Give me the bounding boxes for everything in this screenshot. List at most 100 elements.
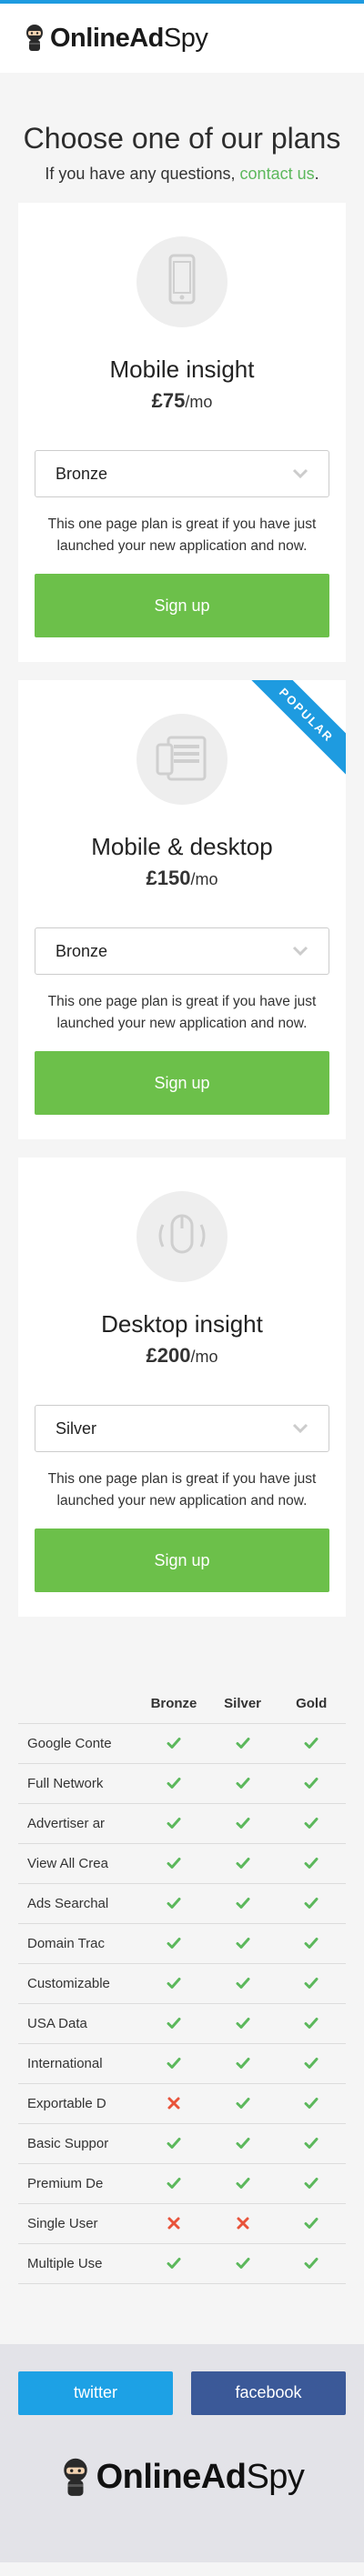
- check-icon: [236, 1897, 250, 1909]
- feature-name: Exportable D: [18, 2082, 140, 2123]
- ninja-logo-icon: [26, 25, 43, 51]
- check-icon: [304, 2137, 318, 2149]
- header-logo[interactable]: OnlineAd Spy: [24, 24, 208, 54]
- feature-name: View All Crea: [18, 1842, 140, 1883]
- comparison-table: Bronze Silver Gold Google Conte Full Netw…: [18, 1685, 346, 2284]
- gold-availability: [277, 1922, 346, 1963]
- silver-availability: [207, 1802, 278, 1843]
- price-period: /mo: [185, 393, 213, 411]
- plan-price: £200/mo: [18, 1344, 346, 1368]
- feature-name: Advertiser ar: [18, 1802, 140, 1843]
- plan-price: £150/mo: [18, 867, 346, 890]
- tier-select[interactable]: Bronze: [35, 450, 329, 497]
- mobile-desktop-icon: [136, 714, 228, 805]
- sign-up-button[interactable]: Sign up: [35, 1529, 329, 1592]
- sign-up-button[interactable]: Sign up: [35, 574, 329, 637]
- feature-name: Google Conte: [18, 1722, 140, 1763]
- check-icon: [304, 2217, 318, 2229]
- check-icon: [167, 2257, 181, 2269]
- check-icon: [167, 2137, 181, 2149]
- cross-icon: [237, 2217, 249, 2230]
- gold-availability: [277, 2082, 346, 2123]
- bronze-availability: [139, 1962, 208, 2003]
- plan-card-desktop-insight: Desktop insight £200/mo Silver This one …: [18, 1158, 346, 1617]
- bronze-availability: [139, 1802, 208, 1843]
- comparison-header-row: Bronze Silver Gold: [18, 1685, 346, 1723]
- mobile-desktop-glyph: [156, 736, 207, 781]
- site-footer: twitter facebook OnlineAd Spy: [0, 2343, 364, 2562]
- check-icon: [304, 1977, 318, 1989]
- gold-availability: [277, 2242, 346, 2284]
- check-icon: [304, 2017, 318, 2029]
- chevron-down-icon: [292, 1423, 308, 1434]
- feature-name: Customizable: [18, 1962, 140, 2003]
- bronze-availability: [139, 1722, 208, 1763]
- feature-name: Ads Searchal: [18, 1882, 140, 1923]
- feature-name: USA Data: [18, 2002, 140, 2043]
- gold-availability: [277, 1962, 346, 2003]
- sign-up-button[interactable]: Sign up: [35, 1051, 329, 1115]
- gold-availability: [277, 1802, 346, 1843]
- mouse-glyph: [158, 1214, 206, 1254]
- table-row: Google Conte: [18, 1722, 346, 1763]
- tier-select-value: Bronze: [56, 941, 108, 960]
- plan-card-mobile-insight: Mobile insight £75/mo Bronze This one pa…: [18, 203, 346, 662]
- price-amount: £200: [146, 1344, 191, 1367]
- feature-name: Single User: [18, 2202, 140, 2243]
- bronze-availability: [139, 1762, 208, 1803]
- plan-name: Mobile insight: [109, 356, 255, 383]
- check-icon: [236, 1777, 250, 1789]
- check-icon: [236, 2177, 250, 2189]
- check-icon: [167, 1777, 181, 1789]
- check-icon: [236, 1977, 250, 1989]
- check-icon: [167, 2057, 181, 2069]
- check-icon: [236, 2257, 250, 2269]
- bronze-availability: [139, 1922, 208, 1963]
- check-icon: [304, 1737, 318, 1749]
- silver-availability: [207, 1722, 278, 1763]
- plan-cards: Mobile insight £75/mo Bronze This one pa…: [0, 203, 364, 1617]
- tier-select[interactable]: Bronze: [35, 927, 329, 975]
- table-row: Exportable D: [18, 2082, 346, 2123]
- contact-us-link[interactable]: contact us: [240, 165, 315, 183]
- feature-name: Basic Suppor: [18, 2122, 140, 2163]
- gold-availability: [277, 2162, 346, 2203]
- mobile-phone-glyph: [168, 254, 196, 305]
- feature-name: Domain Trac: [18, 1922, 140, 1963]
- gold-availability: [277, 1722, 346, 1763]
- logo-text-bold: OnlineAd: [96, 2458, 247, 2496]
- table-row: View All Crea: [18, 1842, 346, 1883]
- gold-availability: [277, 2002, 346, 2043]
- check-icon: [304, 1857, 318, 1869]
- bronze-availability: [139, 2082, 208, 2123]
- logo-text-light: Spy: [246, 2458, 305, 2496]
- silver-column-header: Silver: [224, 1696, 262, 1712]
- mobile-phone-icon: [136, 236, 228, 327]
- check-icon: [304, 2097, 318, 2109]
- facebook-button[interactable]: facebook: [191, 2371, 346, 2415]
- silver-availability: [207, 2162, 278, 2203]
- bronze-column-header: Bronze: [150, 1696, 197, 1712]
- plan-price: £75/mo: [18, 389, 346, 413]
- feature-name: Multiple Use: [18, 2242, 140, 2284]
- check-icon: [236, 2017, 250, 2029]
- check-icon: [236, 2137, 250, 2149]
- table-row: Single User: [18, 2202, 346, 2243]
- check-icon: [304, 2257, 318, 2269]
- feature-comparison: Bronze Silver Gold Google Conte Full Netw…: [0, 1685, 364, 2284]
- twitter-button[interactable]: twitter: [18, 2371, 173, 2415]
- silver-availability: [207, 2002, 278, 2043]
- check-icon: [236, 2057, 250, 2069]
- gold-availability: [277, 2122, 346, 2163]
- page-subtitle: If you have any questions, contact us.: [0, 165, 364, 184]
- table-row: Basic Suppor: [18, 2122, 346, 2163]
- feature-name: International: [18, 2042, 140, 2083]
- price-amount: £150: [146, 867, 191, 889]
- footer-logo[interactable]: OnlineAd Spy: [18, 2457, 346, 2499]
- price-period: /mo: [190, 1348, 218, 1366]
- check-icon: [304, 1897, 318, 1909]
- bronze-availability: [139, 2202, 208, 2243]
- tier-select[interactable]: Silver: [35, 1405, 329, 1452]
- plan-description: This one page plan is great if you have …: [47, 1471, 317, 1509]
- bronze-availability: [139, 1842, 208, 1883]
